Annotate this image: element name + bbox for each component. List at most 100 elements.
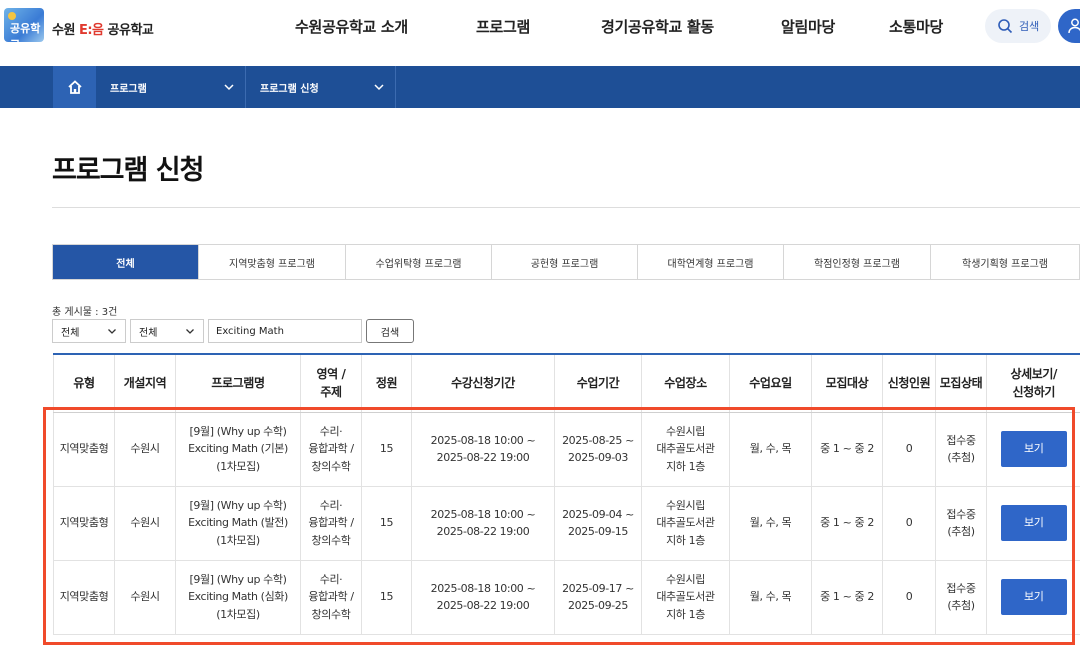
filter-select-2[interactable]: 전체 bbox=[130, 319, 204, 343]
column-header-target: 모집대상 bbox=[811, 353, 883, 413]
cell-capacity: 15 bbox=[361, 560, 412, 635]
cell-program-name: [9월] (Why up 수학) Exciting Math (심화) (1차모… bbox=[175, 560, 301, 635]
cell-days: 월, 수, 목 bbox=[729, 486, 812, 561]
tab-credit[interactable]: 학점인정형 프로그램 bbox=[784, 245, 931, 279]
table-row: 지역맞춤형 수원시 [9월] (Why up 수학) Exciting Math… bbox=[53, 412, 1080, 487]
column-header-name: 프로그램명 bbox=[175, 353, 301, 413]
user-icon bbox=[1068, 18, 1080, 34]
site-brand[interactable]: 수원 E:음 공유학교 bbox=[52, 19, 154, 38]
chevron-down-icon bbox=[374, 84, 384, 91]
cell-program-name: [9월] (Why up 수학) Exciting Math (발전) (1차모… bbox=[175, 486, 301, 561]
cell-applicants: 0 bbox=[882, 412, 936, 487]
cell-place: 수원시립 대추골도서관 지하 1층 bbox=[641, 486, 730, 561]
column-header-action: 상세보기/ 신청하기 bbox=[986, 353, 1080, 413]
column-header-apply-period: 수강신청기간 bbox=[411, 353, 555, 413]
total-count: 총 게시물 : 3건 bbox=[52, 307, 118, 318]
gnb-item-activity[interactable]: 경기공유학교 활동 bbox=[601, 16, 714, 37]
tab-university[interactable]: 대학연계형 프로그램 bbox=[638, 245, 784, 279]
cell-target: 중 1 ~ 중 2 bbox=[811, 412, 883, 487]
filter-select-1[interactable]: 전체 bbox=[52, 319, 126, 343]
cell-type: 지역맞춤형 bbox=[53, 560, 115, 635]
page-title: 프로그램 신청 bbox=[52, 155, 204, 186]
search-icon bbox=[998, 19, 1013, 34]
column-header-area: 영역 / 주제 bbox=[300, 353, 362, 413]
column-header-region: 개설지역 bbox=[114, 353, 176, 413]
cell-target: 중 1 ~ 중 2 bbox=[811, 486, 883, 561]
view-button[interactable]: 보기 bbox=[1000, 431, 1067, 467]
user-button[interactable] bbox=[1058, 9, 1080, 43]
tab-consignment[interactable]: 수업위탁형 프로그램 bbox=[346, 245, 492, 279]
gnb-item-program[interactable]: 프로그램 bbox=[476, 16, 530, 37]
logo-icon[interactable]: 공유학교 bbox=[4, 8, 44, 51]
cell-target: 중 1 ~ 중 2 bbox=[811, 560, 883, 635]
tab-all[interactable]: 전체 bbox=[53, 245, 199, 279]
cell-action: 보기 bbox=[986, 486, 1080, 561]
gnb-item-intro[interactable]: 수원공유학교 소개 bbox=[295, 16, 408, 37]
select-value: 전체 bbox=[139, 327, 158, 339]
view-button[interactable]: 보기 bbox=[1000, 505, 1067, 541]
cell-program-name: [9월] (Why up 수학) Exciting Math (기본) (1차모… bbox=[175, 412, 301, 487]
column-header-class-period: 수업기간 bbox=[554, 353, 642, 413]
cell-status: 접수중 (추첨) bbox=[935, 486, 987, 561]
chevron-down-icon bbox=[224, 84, 234, 91]
cell-area: 수리· 융합과학 / 창의수학 bbox=[300, 486, 362, 561]
tab-regional[interactable]: 지역맞춤형 프로그램 bbox=[199, 245, 346, 279]
program-table: 유형 개설지역 프로그램명 영역 / 주제 정원 수강신청기간 수업기간 수업장… bbox=[53, 353, 1080, 635]
cell-status: 접수중 (추첨) bbox=[935, 412, 987, 487]
cell-class-period: 2025-09-17 ~ 2025-09-25 bbox=[554, 560, 642, 635]
cell-type: 지역맞춤형 bbox=[53, 412, 115, 487]
column-header-capacity: 정원 bbox=[361, 353, 412, 413]
gnb-item-notice[interactable]: 알림마당 bbox=[781, 16, 835, 37]
location-dropdown-apply[interactable]: 프로그램 신청 bbox=[246, 66, 396, 108]
column-header-applicants: 신청인원 bbox=[882, 353, 936, 413]
site-header: 공유학교 수원 E:음 공유학교 수원공유학교 소개 프로그램 경기공유학교 활… bbox=[0, 0, 1080, 66]
column-header-status: 모집상태 bbox=[935, 353, 987, 413]
cell-region: 수원시 bbox=[114, 486, 176, 561]
cell-class-period: 2025-08-25 ~ 2025-09-03 bbox=[554, 412, 642, 487]
cell-apply-period: 2025-08-18 10:00 ~ 2025-08-22 19:00 bbox=[411, 560, 555, 635]
tab-contribution[interactable]: 공헌형 프로그램 bbox=[492, 245, 638, 279]
column-header-days: 수업요일 bbox=[729, 353, 812, 413]
cell-applicants: 0 bbox=[882, 486, 936, 561]
home-icon bbox=[67, 80, 82, 94]
keyword-input[interactable] bbox=[208, 319, 362, 343]
logo-text: 공유학교 bbox=[10, 22, 41, 51]
search-label: 검색 bbox=[1019, 20, 1040, 33]
cell-status: 접수중 (추첨) bbox=[935, 560, 987, 635]
view-button[interactable]: 보기 bbox=[1000, 579, 1067, 615]
brand-prefix: 수원 bbox=[52, 23, 79, 38]
cell-apply-period: 2025-08-18 10:00 ~ 2025-08-22 19:00 bbox=[411, 412, 555, 487]
divider bbox=[52, 207, 1080, 208]
program-type-tabs: 전체 지역맞춤형 프로그램 수업위탁형 프로그램 공헌형 프로그램 대학연계형 … bbox=[52, 244, 1080, 280]
gnb-item-community[interactable]: 소통마당 bbox=[889, 16, 943, 37]
table-row: 지역맞춤형 수원시 [9월] (Why up 수학) Exciting Math… bbox=[53, 486, 1080, 561]
cell-region: 수원시 bbox=[114, 560, 176, 635]
location-label: 프로그램 신청 bbox=[260, 83, 319, 95]
header-search-button[interactable]: 검색 bbox=[985, 9, 1051, 43]
cell-place: 수원시립 대추골도서관 지하 1층 bbox=[641, 560, 730, 635]
search-button[interactable]: 검색 bbox=[366, 319, 414, 343]
cell-area: 수리· 융합과학 / 창의수학 bbox=[300, 412, 362, 487]
cell-capacity: 15 bbox=[361, 412, 412, 487]
select-value: 전체 bbox=[61, 327, 80, 339]
tab-student-planned[interactable]: 학생기획형 프로그램 bbox=[931, 245, 1079, 279]
cell-applicants: 0 bbox=[882, 560, 936, 635]
cell-class-period: 2025-09-04 ~ 2025-09-15 bbox=[554, 486, 642, 561]
home-button[interactable] bbox=[53, 66, 96, 108]
table-row: 지역맞춤형 수원시 [9월] (Why up 수학) Exciting Math… bbox=[53, 560, 1080, 635]
cell-action: 보기 bbox=[986, 560, 1080, 635]
cell-area: 수리· 융합과학 / 창의수학 bbox=[300, 560, 362, 635]
cell-apply-period: 2025-08-18 10:00 ~ 2025-08-22 19:00 bbox=[411, 486, 555, 561]
cell-days: 월, 수, 목 bbox=[729, 412, 812, 487]
cell-type: 지역맞춤형 bbox=[53, 486, 115, 561]
column-header-place: 수업장소 bbox=[641, 353, 730, 413]
cell-place: 수원시립 대추골도서관 지하 1층 bbox=[641, 412, 730, 487]
cell-capacity: 15 bbox=[361, 486, 412, 561]
column-header-type: 유형 bbox=[53, 353, 115, 413]
location-bar: 프로그램 프로그램 신청 bbox=[0, 66, 1080, 108]
location-dropdown-program[interactable]: 프로그램 bbox=[96, 66, 246, 108]
brand-accent: E:음 bbox=[78, 23, 104, 38]
chevron-down-icon bbox=[186, 329, 194, 334]
location-label: 프로그램 bbox=[110, 83, 147, 95]
chevron-down-icon bbox=[108, 329, 116, 334]
